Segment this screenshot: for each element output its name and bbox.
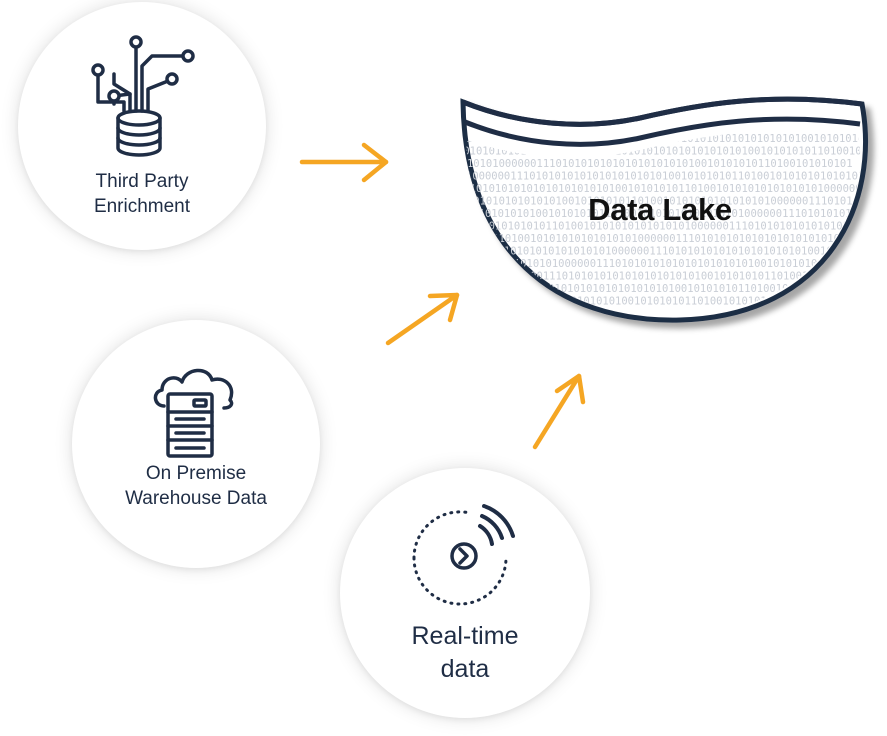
arrow-third-party <box>299 142 389 183</box>
on-premise-label: On Premise Warehouse Data <box>72 462 320 511</box>
arrow-real-time <box>532 373 586 450</box>
third-party-label: Third Party Enrichment <box>18 170 266 219</box>
third-party-line2: Enrichment <box>93 195 191 217</box>
real-time-line1: Real-time <box>411 622 519 650</box>
on-premise-line2: Warehouse Data <box>125 487 267 509</box>
real-time-data-node: Real-time data <box>340 468 590 718</box>
on-premise-warehouse-node: On Premise Warehouse Data <box>72 320 320 568</box>
real-time-line2: data <box>440 654 490 683</box>
third-party-enrichment-node: Third Party Enrichment <box>18 2 266 250</box>
third-party-line1: Third Party <box>95 171 189 192</box>
on-premise-line1: On Premise <box>145 463 247 484</box>
server-cloud-icon <box>153 368 234 458</box>
stream-signal-icon <box>412 504 515 606</box>
database-circuit-icon <box>91 35 195 157</box>
real-time-label: Real-time data <box>340 620 590 685</box>
arrow-on-premise <box>385 292 460 346</box>
